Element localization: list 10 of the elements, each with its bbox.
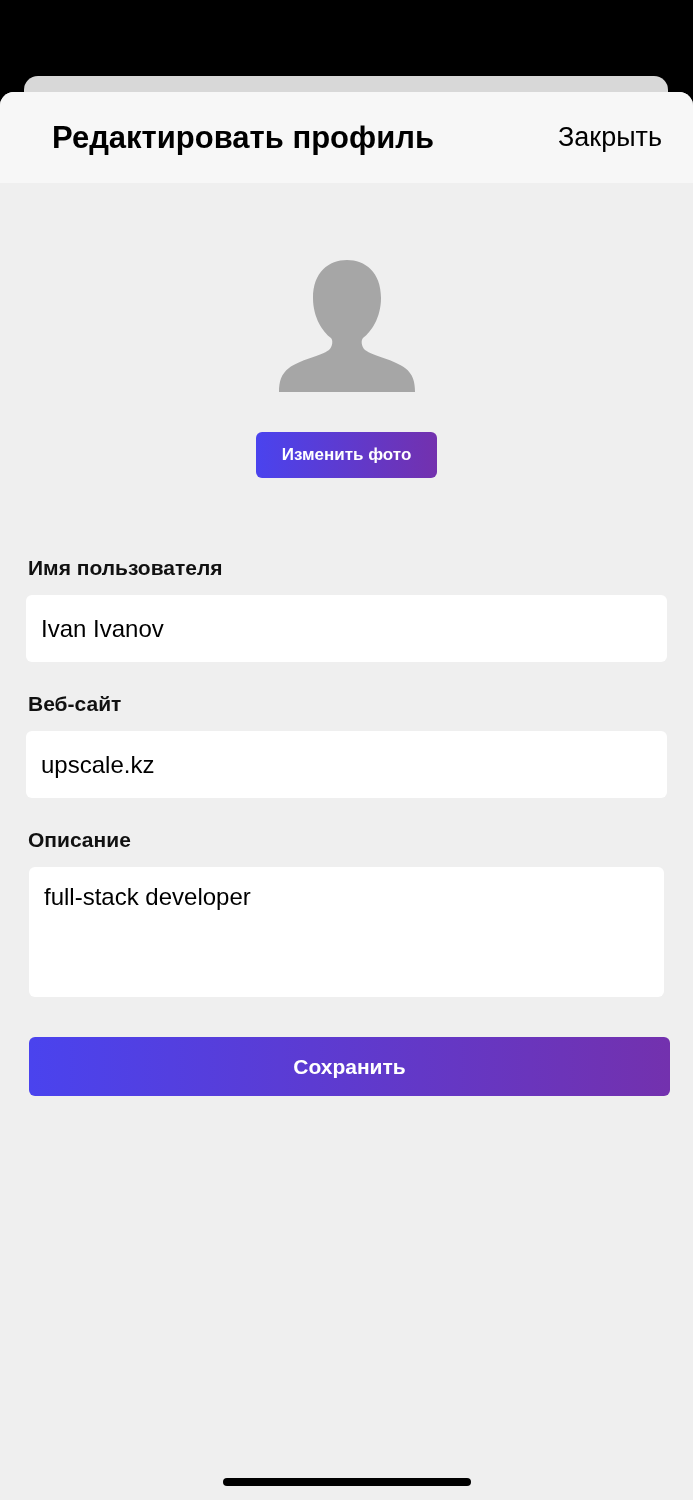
change-photo-button[interactable]: Изменить фото — [256, 432, 437, 478]
sheet-title: Редактировать профиль — [52, 119, 434, 156]
field-label: Веб-сайт — [28, 692, 123, 716]
save-button[interactable]: Сохранить — [29, 1037, 670, 1096]
description-field[interactable]: full-stack developer — [29, 867, 664, 997]
close-button[interactable]: Закрыть — [558, 122, 662, 153]
input-field[interactable]: upscale.kz — [26, 731, 667, 798]
field-label: Имя пользователя — [28, 556, 224, 580]
input-field[interactable]: Ivan Ivanov — [26, 595, 667, 662]
field-label: Описание — [28, 828, 132, 852]
